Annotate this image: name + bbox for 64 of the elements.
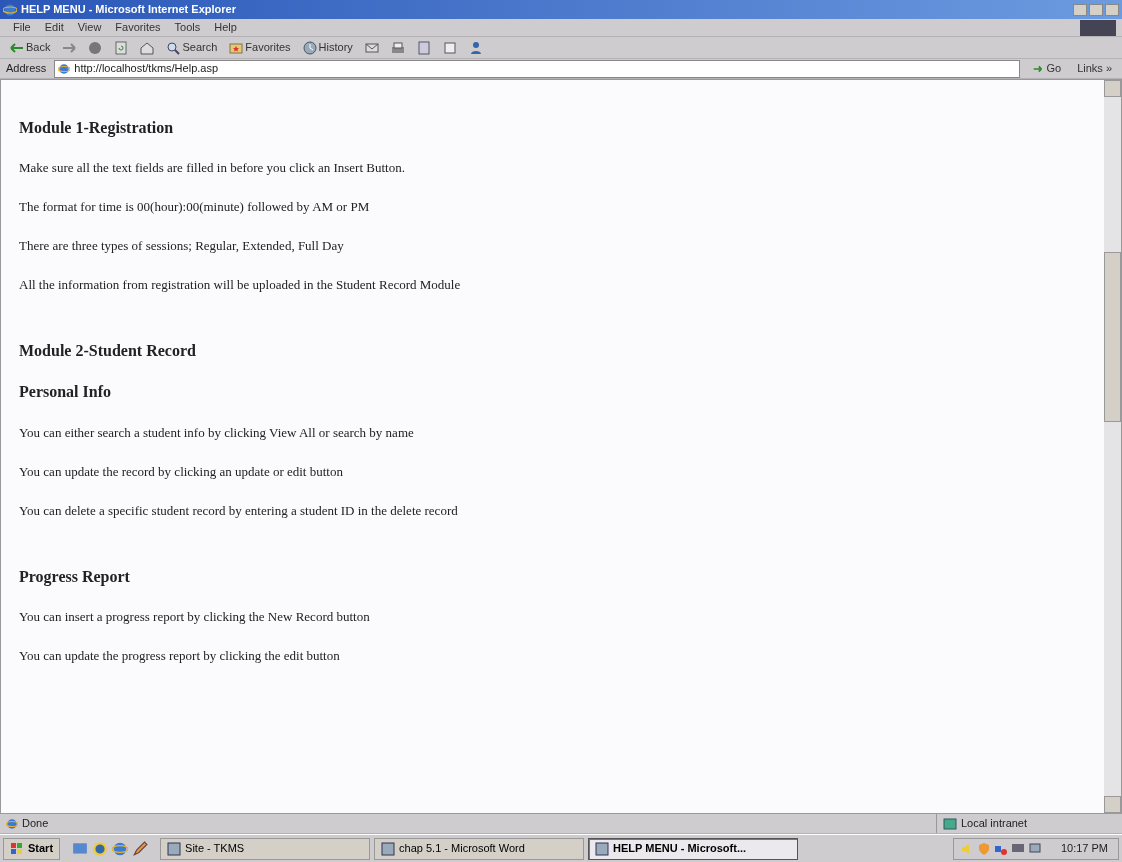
status-text: Done xyxy=(22,816,49,832)
window-title: HELP MENU - Microsoft Internet Explorer xyxy=(21,2,236,18)
start-button[interactable]: Start xyxy=(3,837,61,860)
address-field[interactable]: http://localhost/tkms/Help.asp xyxy=(54,59,1021,78)
help-text: You can either search a student info by clicking View All or search by name xyxy=(19,423,415,441)
monitor-icon[interactable] xyxy=(1027,841,1042,856)
back-button[interactable]: Back xyxy=(6,38,55,57)
close-button[interactable] xyxy=(1105,3,1119,16)
favorites-button[interactable]: Favorites xyxy=(225,38,295,57)
subsection-heading: Personal Info xyxy=(19,382,112,402)
help-text: You can insert a progress report by clicking the New Record button xyxy=(19,607,371,625)
magnifier-icon xyxy=(166,40,181,55)
go-button[interactable]: Go xyxy=(1028,59,1066,78)
taskbar-button[interactable]: HELP MENU - Microsoft... xyxy=(588,837,799,860)
shield-icon[interactable] xyxy=(976,841,991,856)
browser-icon xyxy=(3,2,17,17)
links-button[interactable]: Links » xyxy=(1073,59,1116,78)
search-button[interactable]: Search xyxy=(162,38,222,57)
back-arrow-icon xyxy=(10,40,24,55)
house-icon xyxy=(140,40,155,55)
menu-item[interactable]: View xyxy=(70,18,109,37)
browser-icon[interactable] xyxy=(112,840,129,857)
desktop-icon[interactable] xyxy=(72,840,89,857)
address-url: http://localhost/tkms/Help.asp xyxy=(74,61,219,77)
scroll-up-button[interactable] xyxy=(1104,80,1121,97)
maximize-button[interactable] xyxy=(1089,3,1103,16)
menu-item[interactable]: Edit xyxy=(37,18,71,37)
help-text: You can update the record by clicking an update or edit button xyxy=(19,462,344,480)
address-label: Address xyxy=(6,61,47,77)
help-text: The format for time is 00(hour):00(minute) followed by AM or PM xyxy=(19,198,371,216)
section-heading: Module 1-Registration xyxy=(19,118,175,138)
help-text: There are three types of sessions; Regular, Extended, Full Day xyxy=(19,237,345,255)
menu-item[interactable]: Tools xyxy=(167,18,208,37)
help-text: You can update the progress report by clicking the edit button xyxy=(19,646,341,664)
menu-item[interactable]: Favorites xyxy=(108,18,168,37)
person-icon xyxy=(468,40,483,55)
section-heading: Progress Report xyxy=(19,566,131,586)
refresh-icon xyxy=(114,40,129,55)
window-icon xyxy=(595,841,610,856)
windows-flag-icon xyxy=(10,841,24,856)
envelope-icon xyxy=(364,40,379,55)
pencil-icon[interactable] xyxy=(132,840,149,857)
scroll-thumb[interactable] xyxy=(1104,252,1121,422)
stop-icon xyxy=(88,40,103,55)
menu-item[interactable]: Help xyxy=(207,18,244,37)
document-icon xyxy=(416,40,431,55)
scroll-down-button[interactable] xyxy=(1104,796,1121,813)
clock: 10:17 PM xyxy=(1060,841,1108,857)
taskbar-button[interactable]: chap 5.1 - Microsoft Word xyxy=(374,837,585,860)
forward-arrow-icon xyxy=(62,40,77,55)
help-text: All the information from registration will be uploaded in the Student Record Module xyxy=(19,276,462,294)
history-button[interactable]: History xyxy=(298,38,357,57)
section-heading: Module 2-Student Record xyxy=(19,341,197,361)
help-text: Make sure all the text fields are filled in before you click an Insert Button. xyxy=(19,159,406,177)
minimize-button[interactable] xyxy=(1073,3,1087,16)
zone-text: Local intranet xyxy=(961,816,1028,832)
clock-icon xyxy=(302,40,317,55)
gear-icon[interactable] xyxy=(92,840,109,857)
printer-icon xyxy=(390,40,405,55)
window-icon xyxy=(381,841,396,856)
help-text: You can delete a specific student record by entering a student ID in the delete record xyxy=(19,501,459,519)
taskbar-button[interactable]: Site - TKMS xyxy=(160,837,371,860)
menu-item[interactable]: File xyxy=(6,18,38,37)
window-icon xyxy=(167,841,182,856)
